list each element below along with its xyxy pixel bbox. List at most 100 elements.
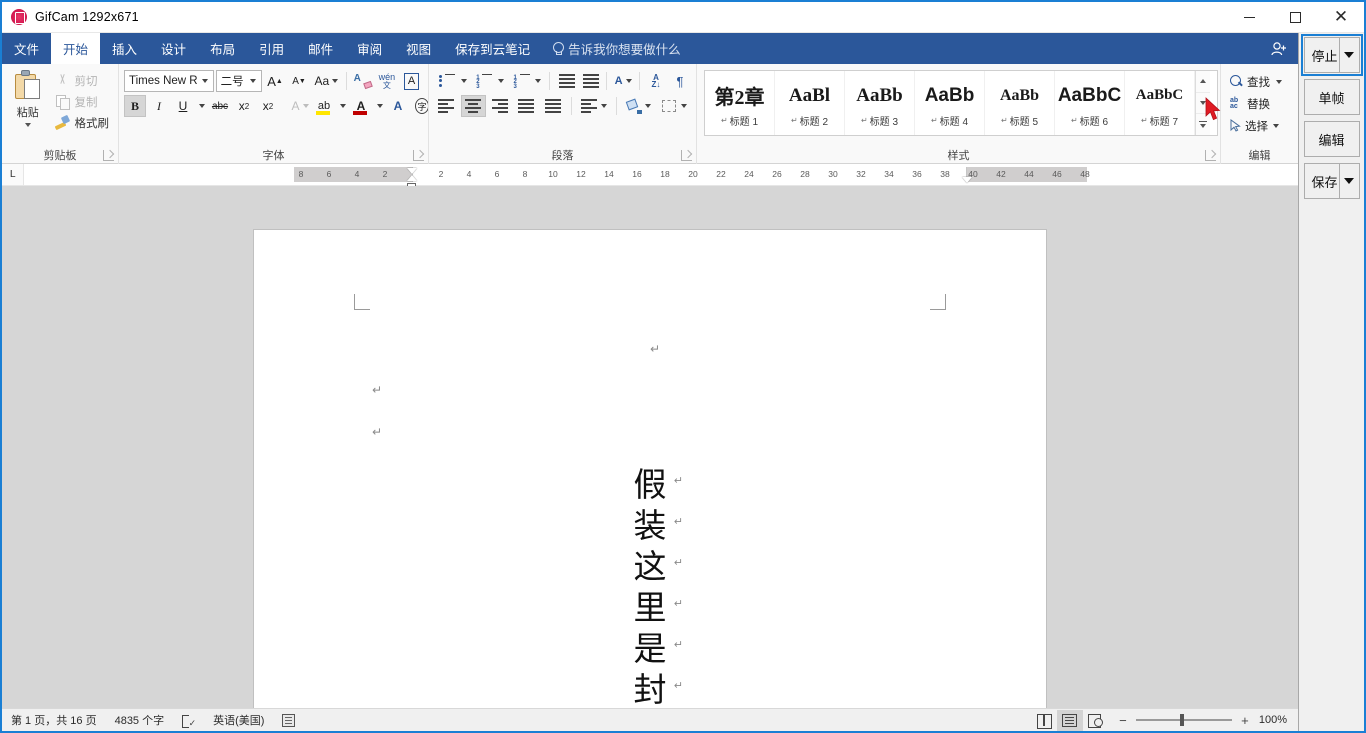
numbering-button[interactable]: 123 — [471, 70, 493, 92]
copy-button[interactable]: 复制 — [51, 91, 114, 112]
tab-references[interactable]: 引用 — [247, 33, 296, 64]
align-left-button[interactable] — [434, 95, 459, 117]
phonetic-guide-button[interactable]: wén 文 — [376, 70, 398, 92]
font-name-dropdown-icon[interactable] — [198, 71, 212, 91]
tell-me-search[interactable]: 告诉我你想要做什么 — [542, 33, 691, 64]
line-spacing-button[interactable] — [577, 95, 611, 117]
gifcam-single-frame-button[interactable]: 单帧 — [1303, 79, 1360, 115]
style-heading-6[interactable]: AaBbC ↵ 标题 6 — [1055, 71, 1125, 135]
print-layout-button[interactable] — [1056, 709, 1083, 731]
style-heading-4[interactable]: AaBb ↵ 标题 4 — [915, 71, 985, 135]
macro-recording[interactable] — [273, 709, 304, 732]
styles-dialog-launcher[interactable] — [1205, 150, 1216, 161]
zoom-out-button[interactable]: − — [1117, 713, 1129, 728]
show-marks-button[interactable]: ¶ — [669, 70, 691, 92]
character-shading-button[interactable]: A — [387, 95, 409, 117]
font-size-dropdown-icon[interactable] — [246, 71, 260, 91]
share-user-icon[interactable] — [1264, 33, 1298, 64]
tab-home[interactable]: 开始 — [51, 33, 101, 64]
first-line-indent-marker[interactable] — [407, 168, 417, 174]
page-indicator[interactable]: 第 1 页，共 16 页 — [2, 709, 106, 732]
document-canvas[interactable]: ↵ ↵ ↵ 假 ↵ 装 ↵ 这 ↵ 里 ↵ 是 ↵ 封 ↵ — [2, 186, 1298, 708]
hanging-indent-marker[interactable] — [407, 175, 417, 181]
gifcam-stop-button[interactable]: 停止 — [1300, 34, 1363, 76]
close-button[interactable]: ✕ — [1318, 2, 1364, 33]
document-vertical-text[interactable]: 假 ↵ 装 ↵ 这 ↵ 里 ↵ 是 ↵ 封 ↵ — [254, 466, 1046, 708]
word-count[interactable]: 4835 个字 — [106, 709, 174, 732]
font-name-combo[interactable]: Times New R — [124, 70, 214, 92]
justify-button[interactable] — [514, 95, 539, 117]
web-layout-button[interactable] — [1083, 710, 1109, 731]
proofing-status[interactable] — [173, 709, 204, 732]
bullets-button[interactable] — [434, 70, 456, 92]
style-heading-1[interactable]: 第2章 ↵ 标题 1 — [705, 71, 775, 135]
styles-scroll-down-button[interactable] — [1196, 93, 1210, 115]
select-button[interactable]: 选择 — [1226, 115, 1286, 136]
align-center-button[interactable] — [460, 95, 486, 117]
sort-button[interactable]: A Z↓ — [645, 70, 667, 92]
align-right-button[interactable] — [488, 95, 513, 117]
tab-design[interactable]: 设计 — [149, 33, 198, 64]
underline-button[interactable]: U — [172, 95, 194, 117]
asian-layout-button[interactable]: A — [612, 70, 634, 92]
cut-button[interactable]: 剪切 — [51, 70, 114, 91]
font-color-dropdown-button[interactable] — [374, 95, 385, 117]
increase-indent-button[interactable] — [579, 70, 601, 92]
read-mode-button[interactable] — [1031, 710, 1057, 731]
highlight-button[interactable]: ab — [313, 95, 335, 117]
character-border-button[interactable]: A — [400, 70, 423, 92]
zoom-level[interactable]: 100% — [1259, 714, 1298, 726]
gifcam-save-dropdown[interactable] — [1338, 164, 1359, 198]
decrease-indent-button[interactable] — [555, 70, 577, 92]
zoom-slider-group[interactable]: − + — [1109, 713, 1259, 728]
font-dialog-launcher[interactable] — [413, 150, 424, 161]
tab-file[interactable]: 文件 — [2, 33, 51, 64]
text-effects-button[interactable]: A — [289, 95, 311, 117]
distribute-button[interactable] — [541, 95, 566, 117]
shading-button[interactable] — [622, 95, 656, 117]
tab-view[interactable]: 视图 — [394, 33, 443, 64]
superscript-button[interactable]: x2 — [257, 95, 279, 117]
grow-font-button[interactable]: A ▲ — [264, 70, 286, 92]
tab-mailings[interactable]: 邮件 — [296, 33, 345, 64]
paste-button[interactable]: 粘贴 — [7, 68, 49, 127]
gifcam-stop-dropdown[interactable] — [1338, 38, 1359, 72]
underline-dropdown-button[interactable] — [196, 95, 207, 117]
multilevel-dropdown-button[interactable] — [533, 70, 544, 92]
bullets-dropdown-button[interactable] — [458, 70, 469, 92]
language-indicator[interactable]: 英语(美国) — [204, 709, 273, 732]
tab-selector-button[interactable]: L — [2, 164, 24, 185]
maximize-button[interactable] — [1272, 2, 1318, 33]
style-heading-7[interactable]: AaBbC ↵ 标题 7 — [1125, 71, 1195, 135]
style-heading-5[interactable]: AaBb ↵ 标题 5 — [985, 71, 1055, 135]
shrink-font-button[interactable]: A ▼ — [288, 70, 310, 92]
styles-scroll-up-button[interactable] — [1196, 71, 1210, 93]
multilevel-list-button[interactable]: 123 — [509, 70, 531, 92]
numbering-dropdown-button[interactable] — [496, 70, 507, 92]
font-size-combo[interactable]: 二号 — [215, 70, 263, 92]
clipboard-dialog-launcher[interactable] — [103, 150, 114, 161]
paragraph-dialog-launcher[interactable] — [681, 150, 692, 161]
zoom-slider-track[interactable] — [1135, 714, 1232, 727]
borders-button[interactable] — [657, 95, 691, 117]
italic-button[interactable]: I — [148, 95, 170, 117]
replace-button[interactable]: ab ac 替换 — [1226, 93, 1286, 114]
tab-insert[interactable]: 插入 — [100, 33, 149, 64]
tab-save-to-cloud-notes[interactable]: 保存到云笔记 — [443, 33, 542, 64]
style-heading-2[interactable]: AaBl ↵ 标题 2 — [775, 71, 845, 135]
zoom-in-button[interactable]: + — [1239, 713, 1251, 728]
right-indent-marker[interactable] — [962, 177, 972, 183]
clear-formatting-button[interactable]: A — [352, 70, 374, 92]
font-color-button[interactable]: A — [350, 95, 372, 117]
styles-gallery-scrollbar[interactable] — [1195, 71, 1210, 135]
document-page[interactable]: ↵ ↵ ↵ 假 ↵ 装 ↵ 这 ↵ 里 ↵ 是 ↵ 封 ↵ — [254, 230, 1046, 708]
find-button[interactable]: 查找 — [1226, 71, 1286, 92]
tab-layout[interactable]: 布局 — [198, 33, 247, 64]
gifcam-edit-button[interactable]: 编辑 — [1303, 121, 1360, 157]
zoom-slider-thumb[interactable] — [1179, 714, 1184, 727]
horizontal-ruler[interactable]: 8 6 4 2 2 4 6 8 10 12 14 16 18 20 22 24 … — [24, 164, 1298, 189]
minimize-button[interactable] — [1226, 2, 1272, 33]
style-heading-3[interactable]: AaBb ↵ 标题 3 — [845, 71, 915, 135]
paste-dropdown-icon[interactable] — [24, 123, 31, 127]
format-painter-button[interactable]: 格式刷 — [51, 112, 114, 133]
